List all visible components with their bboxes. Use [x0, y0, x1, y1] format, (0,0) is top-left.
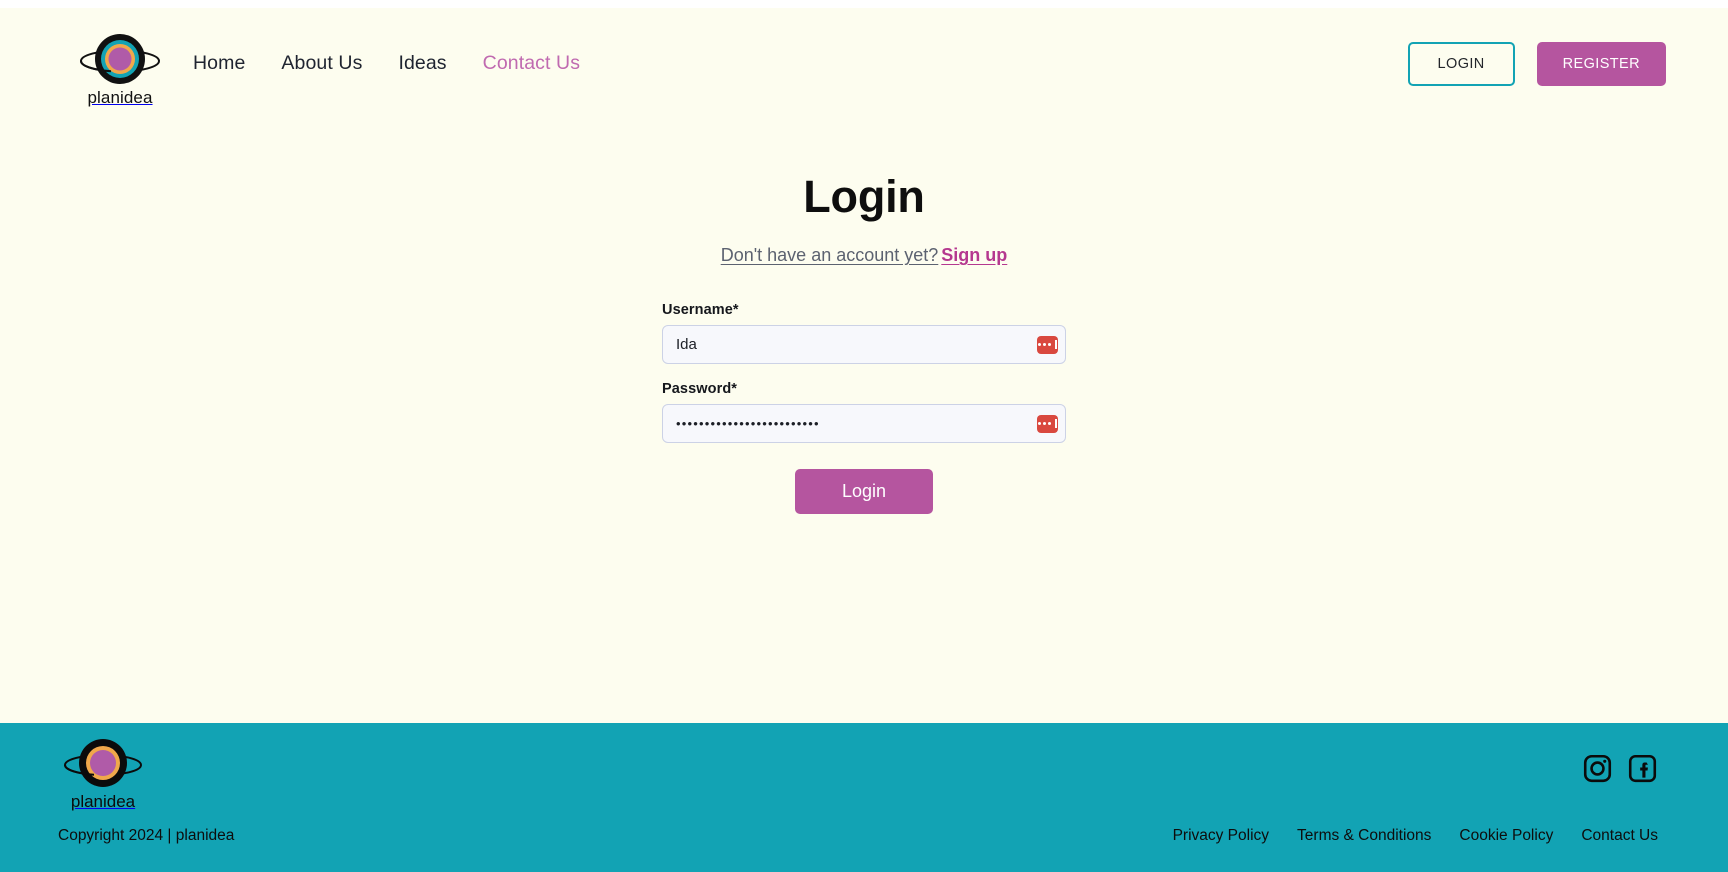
dot — [1038, 422, 1042, 425]
copyright-text: Copyright 2024 | planidea — [58, 827, 235, 844]
facebook-icon[interactable] — [1627, 753, 1658, 789]
footer-link-cookie-policy[interactable]: Cookie Policy — [1459, 827, 1553, 845]
signup-link[interactable]: Sign up — [941, 245, 1007, 265]
main-content: Login Don't have an account yet? Sign up … — [0, 123, 1728, 723]
nav-item-home[interactable]: Home — [193, 52, 245, 75]
page-root: planidea Home About Us Ideas Contact Us … — [0, 0, 1728, 872]
dot — [1048, 422, 1052, 425]
nav-item-ideas[interactable]: Ideas — [398, 52, 446, 75]
password-input[interactable] — [662, 404, 1066, 443]
footer-brand-logo-link[interactable]: planidea — [58, 735, 148, 812]
login-button[interactable]: LOGIN — [1407, 41, 1515, 86]
username-field-group: Username* — [662, 302, 1066, 364]
brand-logo-link[interactable]: planidea — [75, 30, 165, 108]
username-label: Username* — [662, 302, 739, 318]
password-label: Password* — [662, 381, 738, 397]
dot — [1048, 343, 1052, 346]
nav-item-about-us[interactable]: About Us — [281, 52, 362, 75]
caret — [1055, 340, 1057, 349]
login-submit-button[interactable]: Login — [794, 469, 934, 514]
register-button[interactable]: REGISTER — [1536, 41, 1666, 86]
footer-brand-name: planidea — [70, 792, 136, 811]
submit-row: Login — [662, 469, 1066, 514]
password-input-wrap — [662, 404, 1066, 443]
password-field-group: Password* — [662, 381, 1066, 443]
signup-prompt-row: Don't have an account yet? Sign up — [0, 245, 1728, 266]
page-body: planidea Home About Us Ideas Contact Us … — [0, 8, 1728, 872]
dot — [1043, 343, 1047, 346]
main-nav: Home About Us Ideas Contact Us — [193, 52, 580, 75]
nav-item-contact-us[interactable]: Contact Us — [483, 52, 580, 75]
planet-logo-icon — [64, 739, 142, 787]
footer-link-terms-conditions[interactable]: Terms & Conditions — [1297, 827, 1431, 845]
site-footer: planidea Copyright 2024 | planidea Priva… — [0, 723, 1728, 872]
signup-prompt-text: Don't have an account yet? — [720, 245, 939, 265]
caret — [1055, 419, 1057, 428]
username-input-wrap — [662, 325, 1066, 364]
dot — [1043, 422, 1047, 425]
brand-name: planidea — [87, 87, 153, 107]
site-header: planidea Home About Us Ideas Contact Us … — [0, 8, 1728, 123]
header-actions: LOGIN REGISTER — [1407, 41, 1666, 86]
footer-links: Privacy Policy Terms & Conditions Cookie… — [1173, 827, 1658, 845]
footer-link-privacy-policy[interactable]: Privacy Policy — [1173, 827, 1269, 845]
instagram-icon[interactable] — [1582, 753, 1613, 789]
page-title: Login — [803, 171, 925, 222]
footer-link-contact-us[interactable]: Contact Us — [1581, 827, 1658, 845]
signup-link-wrapper[interactable]: Don't have an account yet? Sign up — [721, 245, 1008, 265]
planet-logo-icon — [80, 33, 160, 84]
login-form: Username* Password* — [662, 302, 1066, 514]
dot — [1038, 343, 1042, 346]
top-strip — [0, 0, 1728, 8]
username-input[interactable] — [662, 325, 1066, 364]
social-links — [1582, 753, 1658, 789]
password-manager-icon[interactable] — [1037, 335, 1058, 354]
password-manager-icon[interactable] — [1037, 414, 1058, 433]
